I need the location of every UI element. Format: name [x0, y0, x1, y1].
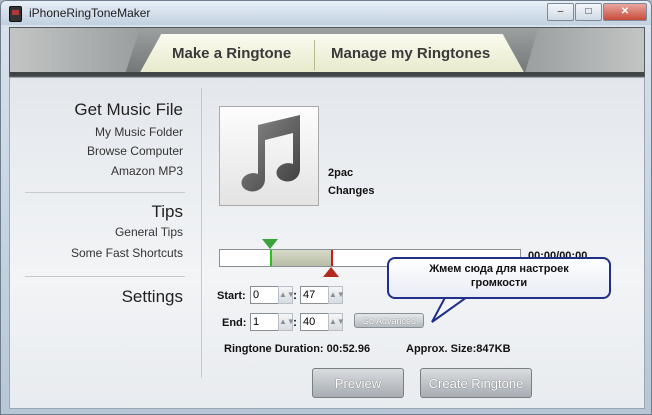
link-amazon-mp3[interactable]: Amazon MP3	[111, 164, 183, 178]
tab-bar-base	[10, 72, 644, 76]
window-title: iPhoneRingToneMaker	[29, 6, 151, 20]
go-advanced-button[interactable]: Go Advanced	[354, 313, 424, 328]
get-music-title: Get Music File	[74, 100, 183, 119]
main-panel: Get Music File My Music Folder Browse Co…	[9, 77, 645, 409]
track-artist: 2pac	[328, 167, 354, 179]
start-minutes-input[interactable]	[250, 286, 280, 304]
start-seconds-input[interactable]	[300, 286, 330, 304]
end-minutes-stepper[interactable]: ▲▼	[278, 313, 295, 331]
link-my-music-folder[interactable]: My Music Folder	[95, 125, 183, 139]
end-line	[331, 250, 333, 266]
close-button[interactable]: ✕	[603, 3, 647, 21]
tips-title: Tips	[151, 202, 184, 221]
link-browse-computer[interactable]: Browse Computer	[87, 144, 183, 158]
tab-bar: Make a Ringtone Manage my Ringtones	[9, 27, 645, 77]
selection-range	[270, 250, 331, 266]
window-controls: – □ ✕	[546, 3, 647, 21]
preview-button[interactable]: Preview	[312, 368, 404, 398]
album-art	[219, 106, 319, 206]
approx-size: Approx. Size:847KB	[406, 343, 511, 355]
time-separator: :	[293, 315, 297, 329]
end-marker-handle[interactable]	[323, 267, 339, 277]
maximize-button[interactable]: □	[575, 3, 602, 21]
tab-make-ringtone[interactable]: Make a Ringtone	[172, 45, 291, 62]
sidebar: Get Music File My Music Folder Browse Co…	[10, 78, 195, 408]
settings-title[interactable]: Settings	[122, 287, 183, 307]
sidebar-divider	[25, 276, 185, 277]
tab-divider	[314, 40, 315, 70]
minimize-button[interactable]: –	[547, 3, 574, 21]
end-seconds-input[interactable]	[300, 313, 330, 331]
link-general-tips[interactable]: General Tips	[115, 225, 183, 239]
tab-manage-ringtones[interactable]: Manage my Ringtones	[331, 45, 490, 62]
callout-line-2: громкости	[470, 277, 528, 289]
end-label: End:	[222, 317, 247, 329]
create-ringtone-button[interactable]: Create Ringtone	[420, 368, 532, 398]
end-seconds-stepper[interactable]: ▲▼	[328, 313, 345, 331]
link-fast-shortcuts[interactable]: Some Fast Shortcuts	[71, 246, 183, 260]
start-seconds-stepper[interactable]: ▲▼	[328, 286, 345, 304]
start-marker-handle[interactable]	[262, 239, 279, 249]
callout-text: Жмем сюда для настроек громкости	[389, 262, 609, 290]
tab-bar-right-shade	[524, 28, 644, 76]
app-window: iPhoneRingToneMaker – □ ✕ Make a Rington…	[0, 0, 652, 415]
tab-bar-left-shade	[10, 28, 140, 76]
track-title: Changes	[328, 185, 375, 197]
start-label: Start:	[217, 290, 246, 302]
end-minutes-input[interactable]	[250, 313, 280, 331]
tab-strip: Make a Ringtone Manage my Ringtones	[138, 34, 526, 76]
vertical-divider	[201, 88, 202, 378]
start-minutes-stepper[interactable]: ▲▼	[278, 286, 295, 304]
music-note-icon	[241, 115, 300, 192]
ringtone-duration: Ringtone Duration: 00:52.96	[224, 343, 371, 355]
start-line	[270, 250, 273, 266]
phone-icon	[9, 6, 22, 22]
callout-line-1: Жмем сюда для настроек	[429, 263, 569, 275]
time-separator: :	[293, 288, 297, 302]
annotation-callout: Жмем сюда для настроек громкости	[387, 257, 611, 299]
title-bar: iPhoneRingToneMaker – □ ✕	[1, 1, 651, 25]
sidebar-divider	[25, 192, 185, 193]
